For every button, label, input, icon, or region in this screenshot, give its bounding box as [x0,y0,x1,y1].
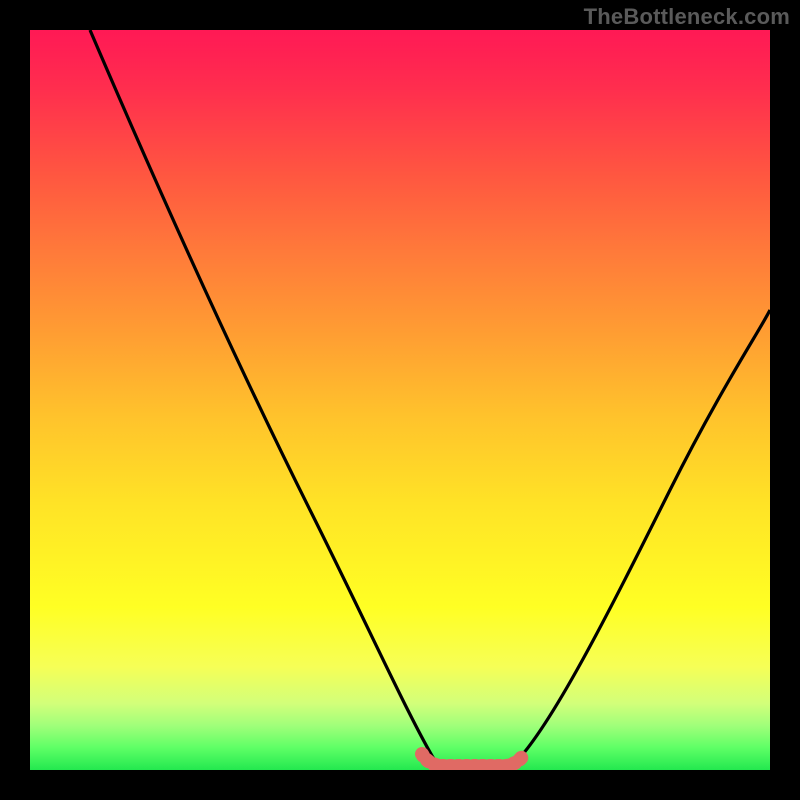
curve-layer [30,30,770,770]
watermark-text: TheBottleneck.com [584,4,790,30]
plot-area [30,30,770,770]
left-curve [90,30,438,766]
bottom-highlight [422,754,524,766]
chart-frame: TheBottleneck.com [0,0,800,800]
right-curve [512,310,770,766]
